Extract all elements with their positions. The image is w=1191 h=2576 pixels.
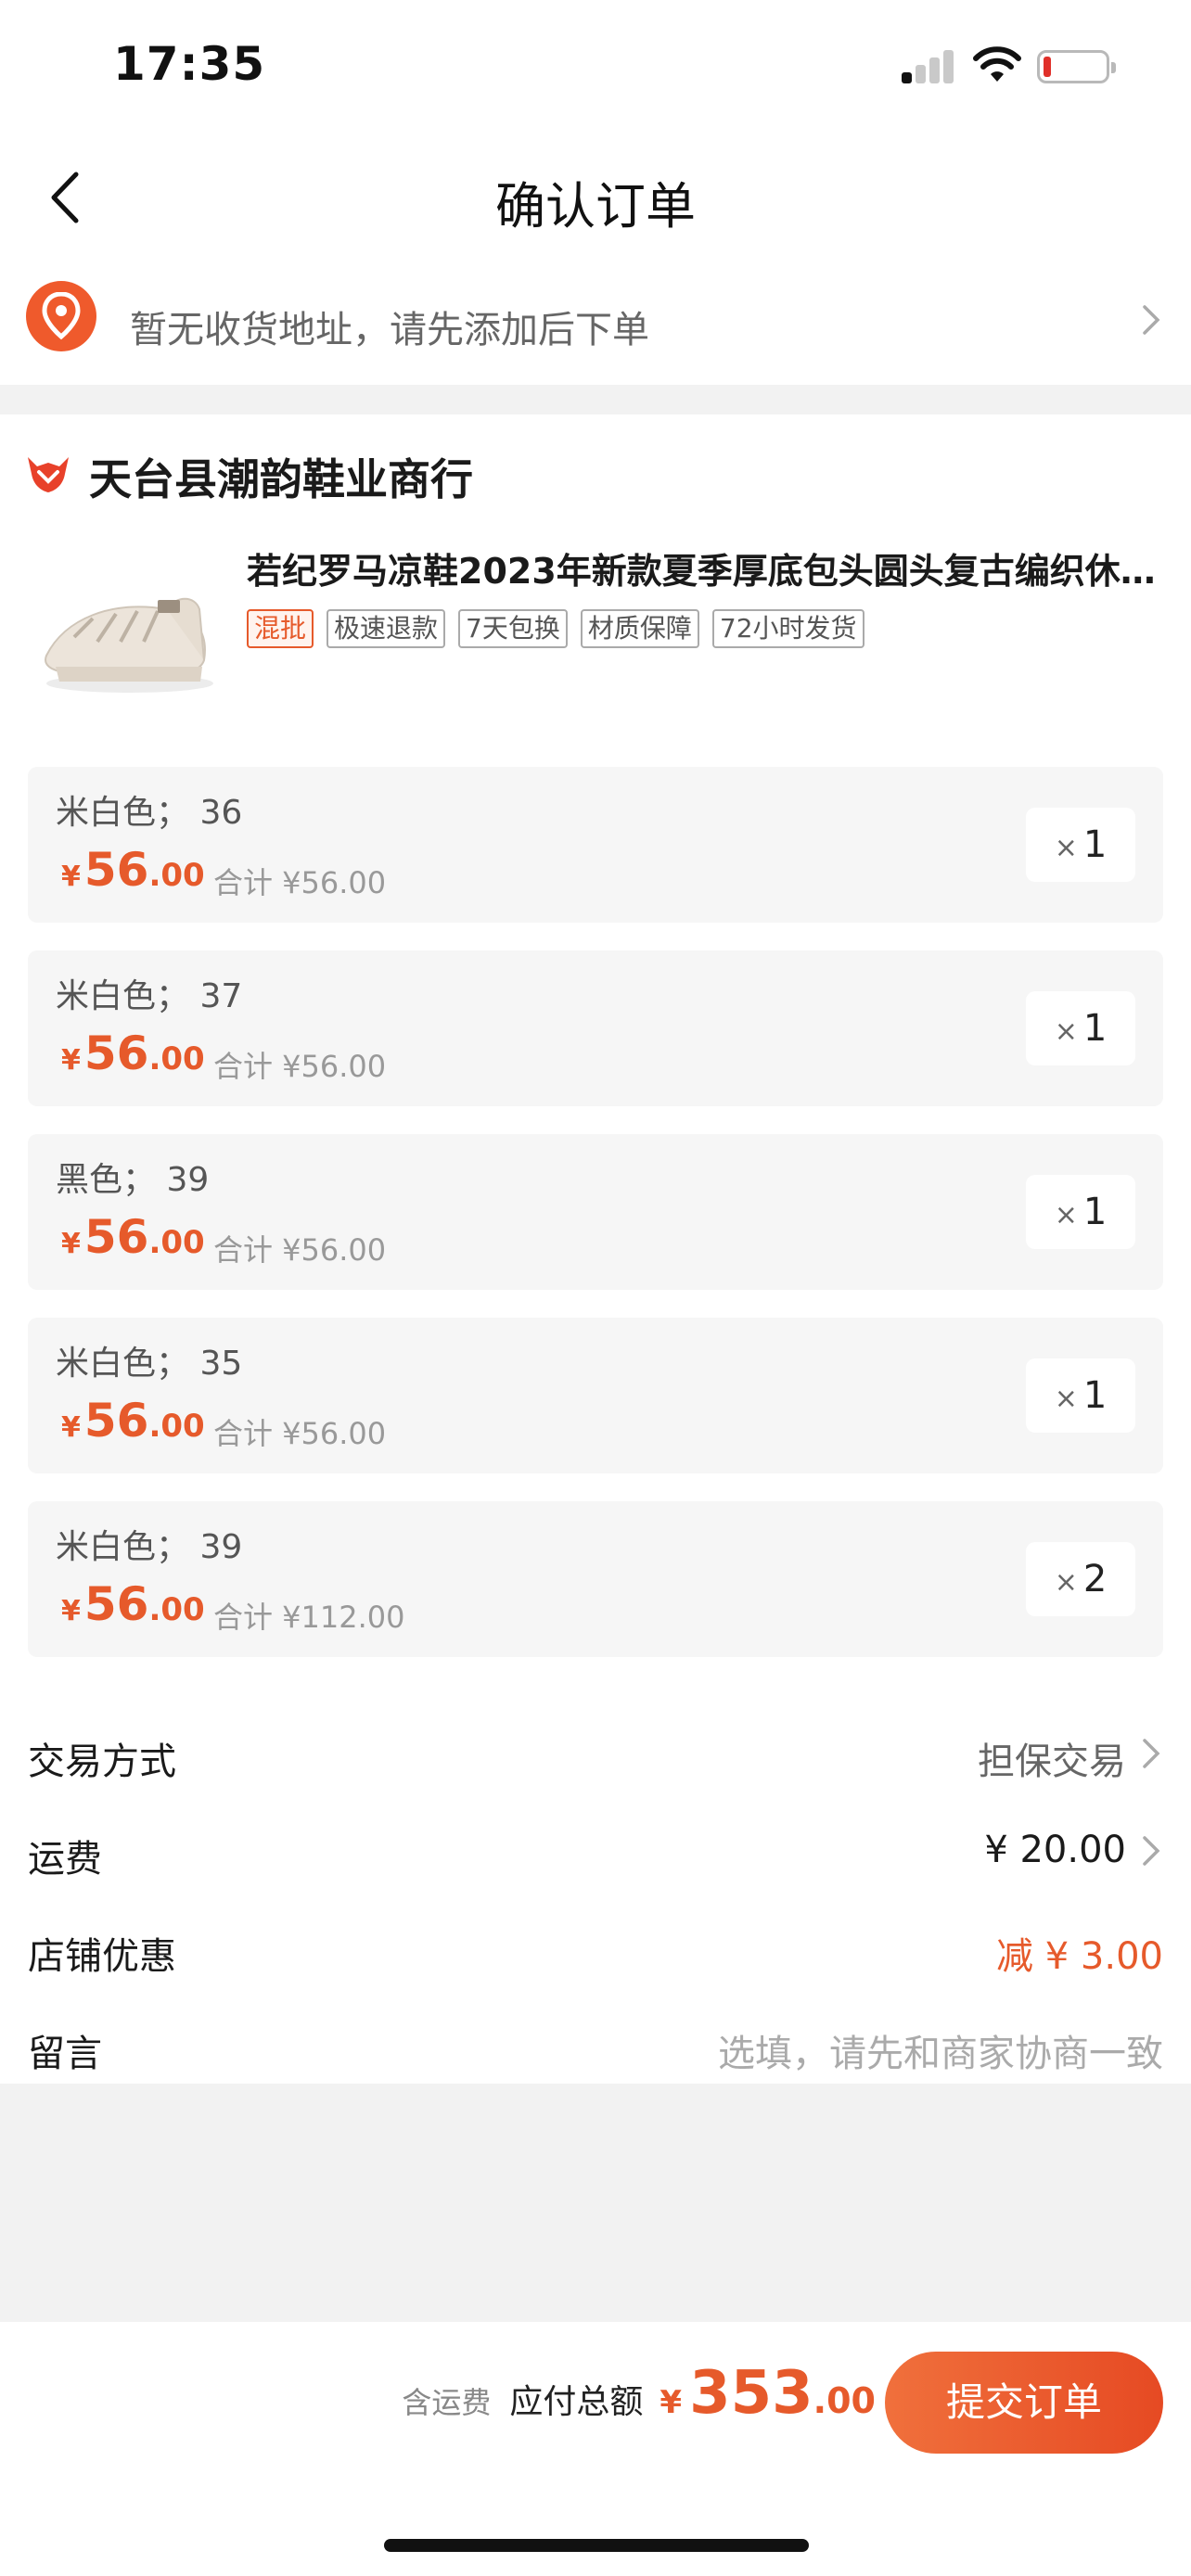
- variant-spec: 黑色； 39: [56, 1161, 210, 1199]
- address-placeholder: 暂无收货地址，请先添加后下单: [130, 309, 649, 351]
- checkout-bar: 含运费 应付总额 ¥ 353 .00 提交订单: [0, 2322, 1191, 2576]
- variant-spec: 米白色； 36: [56, 794, 243, 832]
- variant-row: 米白色； 36 ¥56.00 合计 ¥56.00 × 1: [28, 767, 1163, 923]
- trade-method-value: 担保交易: [978, 1741, 1126, 1783]
- variant-spec: 米白色； 35: [56, 1345, 243, 1383]
- tag-7day-exchange: 7天包换: [458, 609, 568, 648]
- total-amount: 含运费 应付总额 ¥ 353 .00: [402, 2359, 876, 2428]
- product-image[interactable]: [28, 544, 223, 702]
- variant-price: ¥56.00: [61, 843, 205, 897]
- message-label: 留言: [28, 2033, 102, 2075]
- variant-spec: 米白色； 39: [56, 1528, 243, 1566]
- variant-row: 米白色； 37 ¥56.00 合计 ¥56.00 × 1: [28, 950, 1163, 1106]
- shop-discount-row: 店铺优惠 减 ¥ 3.00: [0, 1898, 1191, 1996]
- location-pin-icon: [26, 281, 96, 351]
- shipping-fee-row[interactable]: 运费 ¥ 20.00: [0, 1801, 1191, 1898]
- variant-subtotal: 合计 ¥56.00: [213, 865, 387, 900]
- shipping-fee-value: ¥ 20.00: [984, 1829, 1126, 1871]
- variant-subtotal: 合计 ¥56.00: [213, 1049, 387, 1084]
- trade-method-label: 交易方式: [28, 1741, 176, 1783]
- variant-price: ¥56.00: [61, 1027, 205, 1080]
- variant-list: 米白色； 36 ¥56.00 合计 ¥56.00 × 1 米白色； 37 ¥56.…: [28, 767, 1163, 1685]
- product-tags: 混批 极速退款 7天包换 材质保障 72小时发货: [247, 609, 864, 648]
- tag-72h-shipping: 72小时发货: [711, 609, 864, 648]
- chevron-right-icon: [1143, 1739, 1160, 1768]
- message-input[interactable]: 选填，请先和商家协商一致: [718, 2023, 1163, 2077]
- variant-subtotal: 合计 ¥56.00: [213, 1416, 387, 1451]
- variant-price: ¥56.00: [61, 1577, 205, 1631]
- signal-icon: [902, 48, 955, 83]
- page-title: 确认订单: [495, 177, 696, 236]
- chevron-right-icon: [1143, 1836, 1160, 1866]
- shop-name[interactable]: 天台县潮韵鞋业商行: [89, 446, 473, 507]
- store-card: 天台县潮韵鞋业商行 若纪罗马凉鞋2023年新款夏季厚底包头圆头复古编织休闲鞋 混…: [0, 414, 1191, 2084]
- shop-discount-value: 减 ¥ 3.00: [996, 1935, 1163, 1978]
- variant-subtotal: 合计 ¥112.00: [213, 1600, 405, 1635]
- total-integer: 353: [689, 2359, 813, 2428]
- status-bar: 17:35: [0, 0, 1191, 139]
- address-selector[interactable]: 暂无收货地址，请先添加后下单: [0, 255, 1191, 385]
- quantity-stepper[interactable]: × 1: [1026, 808, 1135, 882]
- trade-method-row[interactable]: 交易方式 担保交易: [0, 1703, 1191, 1801]
- shop-logo-icon: [28, 457, 69, 492]
- total-currency: ¥: [660, 2384, 683, 2421]
- total-label: 应付总额: [509, 2383, 644, 2421]
- quantity-stepper[interactable]: × 1: [1026, 991, 1135, 1065]
- variant-row: 米白色； 39 ¥56.00 合计 ¥112.00 × 2: [28, 1501, 1163, 1657]
- order-info: 交易方式 担保交易 运费 ¥ 20.00 店铺优惠 减 ¥ 3.00 留言 选填…: [0, 1703, 1191, 2093]
- variant-price: ¥56.00: [61, 1210, 205, 1264]
- variant-spec: 米白色； 37: [56, 977, 243, 1015]
- total-decimal: .00: [813, 2380, 876, 2421]
- includes-shipping-note: 含运费: [402, 2385, 492, 2420]
- tag-material-guarantee: 材质保障: [580, 609, 699, 648]
- message-row[interactable]: 留言 选填，请先和商家协商一致: [0, 1996, 1191, 2093]
- submit-order-button[interactable]: 提交订单: [885, 2352, 1163, 2454]
- variant-price: ¥56.00: [61, 1394, 205, 1447]
- chevron-right-icon: [1143, 305, 1160, 335]
- tag-fast-refund: 极速退款: [327, 609, 446, 648]
- shop-discount-label: 店铺优惠: [28, 1935, 176, 1978]
- nav-bar: 确认订单: [0, 139, 1191, 255]
- battery-level: [1044, 57, 1051, 77]
- status-time: 17:35: [113, 37, 266, 91]
- battery-icon: [1037, 50, 1116, 83]
- home-indicator[interactable]: [384, 2539, 809, 2552]
- shipping-fee-label: 运费: [28, 1838, 102, 1881]
- quantity-stepper[interactable]: × 1: [1026, 1358, 1135, 1433]
- product-title[interactable]: 若纪罗马凉鞋2023年新款夏季厚底包头圆头复古编织休闲鞋: [247, 542, 1165, 593]
- wifi-icon: [973, 46, 1021, 82]
- quantity-stepper[interactable]: × 1: [1026, 1175, 1135, 1249]
- variant-subtotal: 合计 ¥56.00: [213, 1232, 387, 1268]
- quantity-stepper[interactable]: × 2: [1026, 1542, 1135, 1616]
- tag-mixed-wholesale: 混批: [247, 609, 314, 648]
- variant-row: 黑色； 39 ¥56.00 合计 ¥56.00 × 1: [28, 1134, 1163, 1290]
- variant-row: 米白色； 35 ¥56.00 合计 ¥56.00 × 1: [28, 1318, 1163, 1473]
